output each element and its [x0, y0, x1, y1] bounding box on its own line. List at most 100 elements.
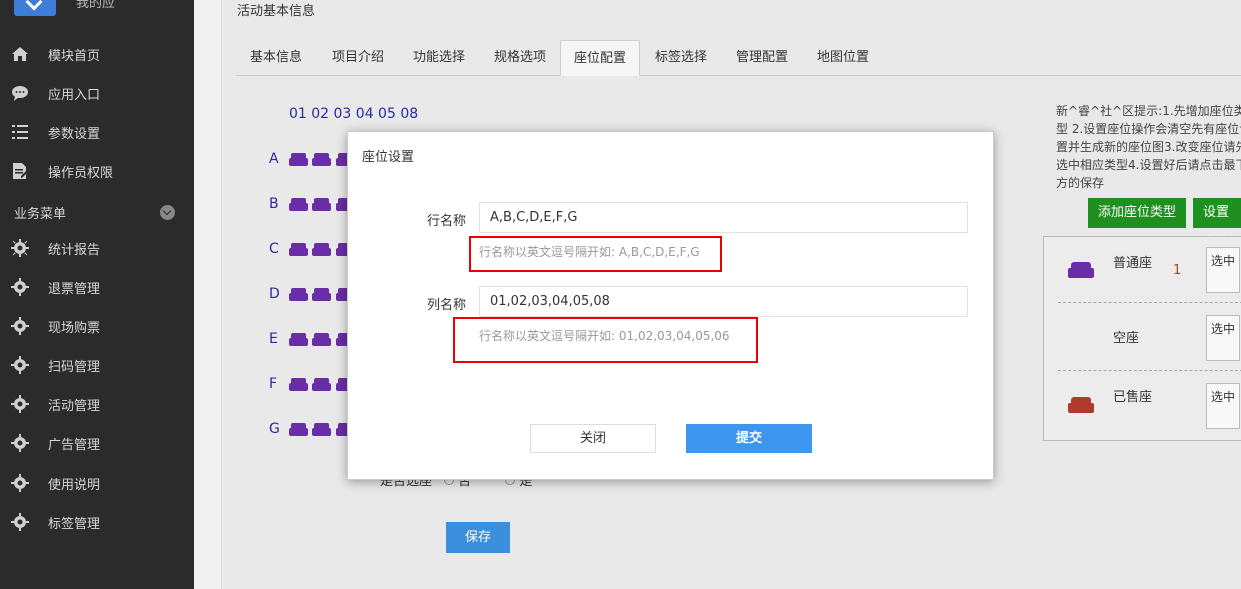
tab-bar: 基本信息 项目介绍 功能选择 规格选项 座位配置 标签选择 管理配置 地图位置 — [236, 40, 1241, 76]
seat-type-name: 已售座 — [1113, 390, 1153, 405]
add-seat-type-button[interactable]: 添加座位类型 — [1088, 198, 1187, 228]
seat-column-headers: 01 02 03 04 05 08 — [289, 106, 419, 122]
seat-icon[interactable] — [312, 423, 331, 436]
sidebar-item-label: 使用说明 — [48, 478, 101, 493]
sidebar-item-label: 操作员权限 — [48, 166, 114, 181]
sidebar-item-ads[interactable]: 广告管理 — [0, 428, 194, 458]
gear-icon — [11, 356, 29, 374]
logo[interactable] — [14, 0, 56, 16]
row-name-hint: 行名称以英文逗号隔开如: A,B,C,D,E,F,G — [479, 245, 700, 259]
sidebar-item-stats[interactable]: 统计报告 — [0, 233, 194, 263]
seat-icon[interactable] — [289, 423, 308, 436]
sidebar-item-label: 退票管理 — [48, 282, 101, 297]
gear-icon — [11, 513, 29, 531]
home-icon — [12, 47, 28, 61]
seat-type-list: 普通座 1 选中 空座 选中 已售座 选中 — [1043, 236, 1241, 441]
seat-row-label: E — [269, 331, 278, 347]
submit-button[interactable]: 提交 — [686, 424, 812, 453]
seat-icon[interactable] — [312, 153, 331, 166]
sold-seat-icon — [1068, 397, 1094, 413]
tab-seat-config[interactable]: 座位配置 — [560, 40, 640, 76]
seat-row-label: C — [269, 241, 279, 257]
gear-icon — [11, 317, 29, 335]
sidebar-item-label: 参数设置 — [48, 127, 101, 142]
seat-icon[interactable] — [289, 243, 308, 256]
dialog-title: 座位设置 — [362, 150, 415, 165]
gear-icon — [11, 474, 29, 492]
column-name-label: 列名称 — [427, 298, 467, 313]
seat-icon[interactable] — [289, 333, 308, 346]
sidebar-item-label: 应用入口 — [48, 88, 101, 103]
seat-icon[interactable] — [289, 153, 308, 166]
seat-icon[interactable] — [312, 333, 331, 346]
seat-type-name: 空座 — [1113, 331, 1140, 346]
sidebar-item-operator-permissions[interactable]: 操作员权限 — [0, 156, 194, 186]
seat-type-row: 普通座 1 选中 — [1058, 237, 1241, 303]
section-title: 活动基本信息 — [237, 4, 316, 19]
tab-management-config[interactable]: 管理配置 — [722, 40, 802, 76]
seat-icon[interactable] — [312, 198, 331, 211]
seat-icon[interactable] — [289, 288, 308, 301]
sidebar-item-tags[interactable]: 标签管理 — [0, 507, 194, 537]
row-name-input[interactable] — [479, 202, 968, 233]
sidebar-item-app-entry[interactable]: 应用入口 — [0, 78, 194, 108]
tab-function-select[interactable]: 功能选择 — [399, 40, 479, 76]
edit-document-icon — [13, 163, 29, 179]
set-seat-button[interactable]: 设置座位 — [1193, 198, 1241, 250]
sidebar-item-label: 现场购票 — [48, 321, 101, 336]
seat-tip-text: 新^睿^社^区提示:1.先增加座位类型 2.设置座位操作会清空先有座位设置并生成… — [1056, 104, 1241, 190]
sidebar-item-activity[interactable]: 活动管理 — [0, 389, 194, 419]
seat-row-label: A — [269, 151, 279, 167]
list-icon — [12, 125, 28, 139]
seat-icon[interactable] — [289, 198, 308, 211]
tab-spec-options[interactable]: 规格选项 — [480, 40, 560, 76]
sidebar-item-label: 活动管理 — [48, 399, 101, 414]
seat-type-name: 普通座 — [1113, 256, 1153, 271]
chevron-down-icon — [25, 0, 43, 11]
tab-project-intro[interactable]: 项目介绍 — [318, 40, 398, 76]
save-button[interactable]: 保存 — [446, 522, 510, 553]
sidebar-item-label: 模块首页 — [48, 49, 101, 64]
sidebar-item-refund[interactable]: 退票管理 — [0, 272, 194, 302]
sidebar-item-params[interactable]: 参数设置 — [0, 117, 194, 147]
seat-type-row: 已售座 选中 — [1058, 373, 1241, 439]
tab-map-location[interactable]: 地图位置 — [803, 40, 883, 76]
close-button[interactable]: 关闭 — [530, 424, 656, 453]
seat-icon[interactable] — [312, 378, 331, 391]
select-seat-type-button[interactable]: 选中 — [1206, 383, 1240, 429]
seat-icon[interactable] — [312, 243, 331, 256]
sidebar-item-onsite-ticket[interactable]: 现场购票 — [0, 311, 194, 341]
column-name-input[interactable] — [479, 286, 968, 317]
sidebar-item-instructions[interactable]: 使用说明 — [0, 468, 194, 498]
tab-basic-info[interactable]: 基本信息 — [236, 40, 316, 76]
sidebar-item-scan[interactable]: 扫码管理 — [0, 350, 194, 380]
business-menu-header: 业务菜单 — [14, 207, 67, 222]
sidebar-item-module-home[interactable]: 模块首页 — [0, 39, 194, 69]
sidebar-item-label: 标签管理 — [48, 517, 101, 532]
select-seat-type-button[interactable]: 选中 — [1206, 315, 1240, 361]
seat-row-label: G — [269, 421, 280, 437]
sidebar-item-label: 统计报告 — [48, 243, 101, 258]
row-name-label: 行名称 — [427, 214, 467, 229]
select-seat-type-button[interactable]: 选中 — [1206, 247, 1240, 293]
seat-type-count: 1 — [1173, 263, 1182, 278]
sidebar-item-label: 广告管理 — [48, 438, 101, 453]
seat-icon[interactable] — [289, 378, 308, 391]
column-name-hint: 行名称以英文逗号隔开如: 01,02,03,04,05,06 — [479, 329, 730, 343]
seat-icon[interactable] — [312, 288, 331, 301]
tab-tag-select[interactable]: 标签选择 — [641, 40, 721, 76]
gear-icon — [11, 434, 29, 452]
app-name: 我的应 — [76, 0, 116, 11]
seat-row-label: D — [269, 286, 280, 302]
seat-type-row: 空座 选中 — [1058, 305, 1241, 371]
sidebar-item-label: 扫码管理 — [48, 360, 101, 375]
sidebar: 我的应 模块首页 应用入口 参数设置 操作员权限 业务菜单 统计报告 退票管理 … — [0, 0, 194, 589]
gear-icon — [11, 278, 29, 296]
collapse-toggle-icon[interactable] — [160, 205, 175, 220]
seat-settings-dialog: 座位设置 行名称 行名称以英文逗号隔开如: A,B,C,D,E,F,G 列名称 … — [347, 131, 994, 480]
seat-row-label: B — [269, 196, 279, 212]
chat-bubble-icon — [12, 86, 28, 101]
gear-icon — [11, 239, 29, 257]
seat-row-label: F — [269, 376, 278, 392]
purple-seat-icon — [1068, 262, 1094, 278]
